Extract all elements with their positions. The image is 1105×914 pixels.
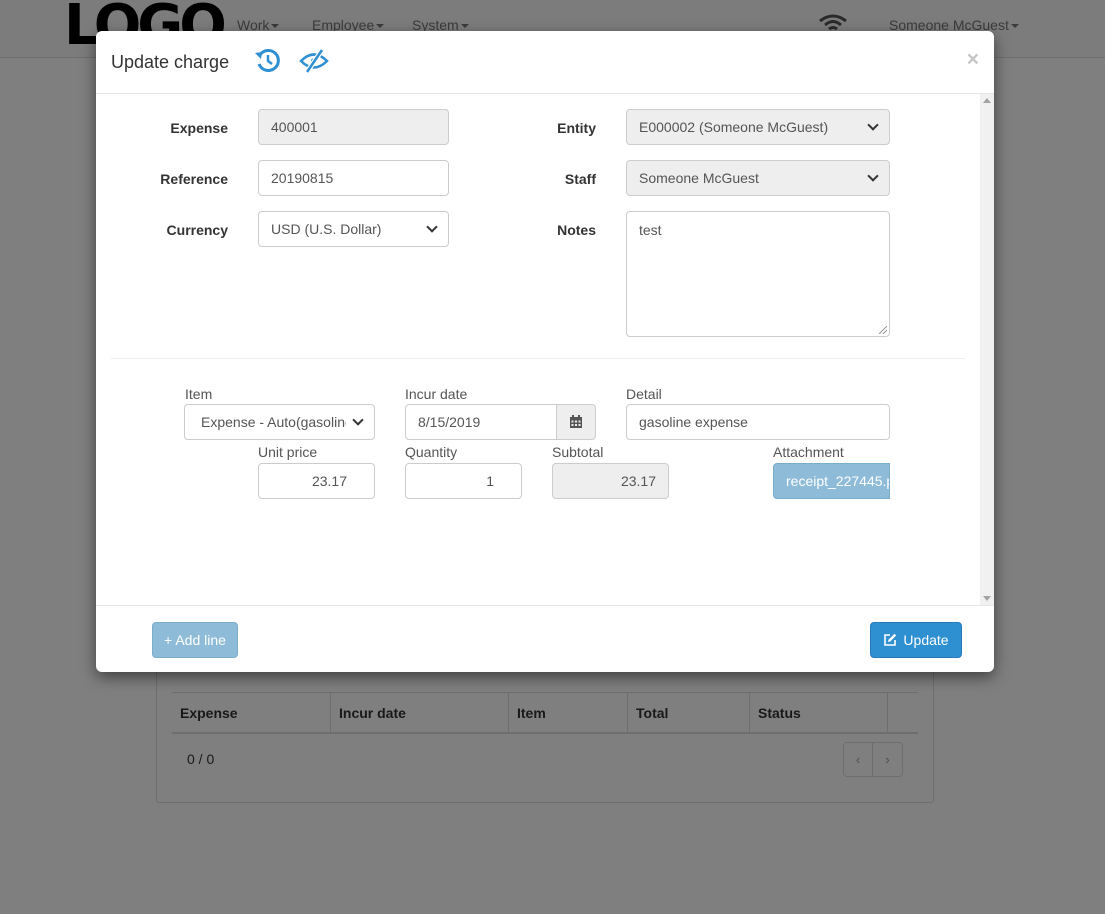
chevron-down-icon bbox=[352, 414, 364, 426]
staff-select[interactable]: Someone McGuest bbox=[626, 160, 890, 196]
update-button-label: Update bbox=[903, 632, 949, 648]
reference-label: Reference bbox=[160, 171, 228, 187]
currency-label: Currency bbox=[166, 222, 228, 238]
modal-footer: + Add line Update bbox=[96, 605, 994, 672]
detail-input[interactable]: gasoline expense bbox=[626, 404, 890, 440]
staff-label: Staff bbox=[564, 171, 596, 187]
calendar-icon bbox=[570, 415, 582, 428]
add-line-button[interactable]: + Add line bbox=[152, 622, 238, 658]
item-label: Item bbox=[185, 386, 213, 402]
update-button[interactable]: Update bbox=[870, 622, 962, 658]
modal-scrollbar[interactable] bbox=[980, 94, 994, 605]
subtotal-label: Subtotal bbox=[552, 444, 604, 460]
update-charge-modal: Update charge × Expense 400001 Reference… bbox=[96, 31, 994, 672]
entity-label: Entity bbox=[557, 120, 596, 136]
incur-date-label: Incur date bbox=[405, 386, 468, 402]
resize-handle-icon[interactable] bbox=[879, 326, 887, 334]
currency-select[interactable]: USD (U.S. Dollar) bbox=[258, 211, 449, 247]
eye-slash-icon[interactable] bbox=[299, 47, 329, 78]
close-button[interactable]: × bbox=[967, 49, 979, 70]
reference-input[interactable]: 20190815 bbox=[258, 160, 449, 196]
notes-value: test bbox=[639, 222, 662, 238]
quantity-label: Quantity bbox=[405, 444, 458, 460]
item-value: Expense - Auto(gasoline bbox=[201, 414, 346, 430]
history-icon[interactable] bbox=[254, 47, 282, 78]
notes-textarea[interactable]: test bbox=[626, 211, 890, 337]
scroll-down-icon[interactable] bbox=[983, 596, 991, 601]
notes-label: Notes bbox=[557, 222, 596, 238]
quantity-input[interactable]: 1 bbox=[405, 463, 522, 499]
item-select[interactable]: Expense - Auto(gasoline bbox=[184, 404, 375, 440]
subtotal-field: 23.17 bbox=[552, 463, 669, 499]
calendar-button[interactable] bbox=[556, 404, 596, 440]
modal-body: Expense 400001 Reference 20190815 Curren… bbox=[96, 94, 980, 605]
detail-label: Detail bbox=[626, 386, 662, 402]
expense-label: Expense bbox=[170, 120, 228, 136]
attachment-button[interactable]: receipt_227445.p bbox=[773, 463, 890, 499]
entity-select[interactable]: E000002 (Someone McGuest) bbox=[626, 109, 890, 145]
chevron-down-icon bbox=[867, 170, 879, 182]
currency-value: USD (U.S. Dollar) bbox=[271, 221, 382, 237]
unit-price-label: Unit price bbox=[258, 444, 318, 460]
scroll-up-icon[interactable] bbox=[983, 98, 991, 103]
edit-icon bbox=[884, 633, 897, 646]
incur-date-input[interactable]: 8/15/2019 bbox=[405, 404, 557, 440]
staff-value: Someone McGuest bbox=[639, 170, 759, 186]
modal-header: Update charge × bbox=[96, 31, 994, 94]
expense-field: 400001 bbox=[258, 109, 449, 145]
entity-value: E000002 (Someone McGuest) bbox=[639, 119, 829, 135]
modal-title: Update charge bbox=[111, 52, 230, 72]
chevron-down-icon bbox=[867, 119, 879, 131]
chevron-down-icon bbox=[426, 221, 438, 233]
unit-price-input[interactable]: 23.17 bbox=[258, 463, 375, 499]
section-divider bbox=[111, 358, 965, 359]
attachment-label: Attachment bbox=[773, 444, 844, 460]
